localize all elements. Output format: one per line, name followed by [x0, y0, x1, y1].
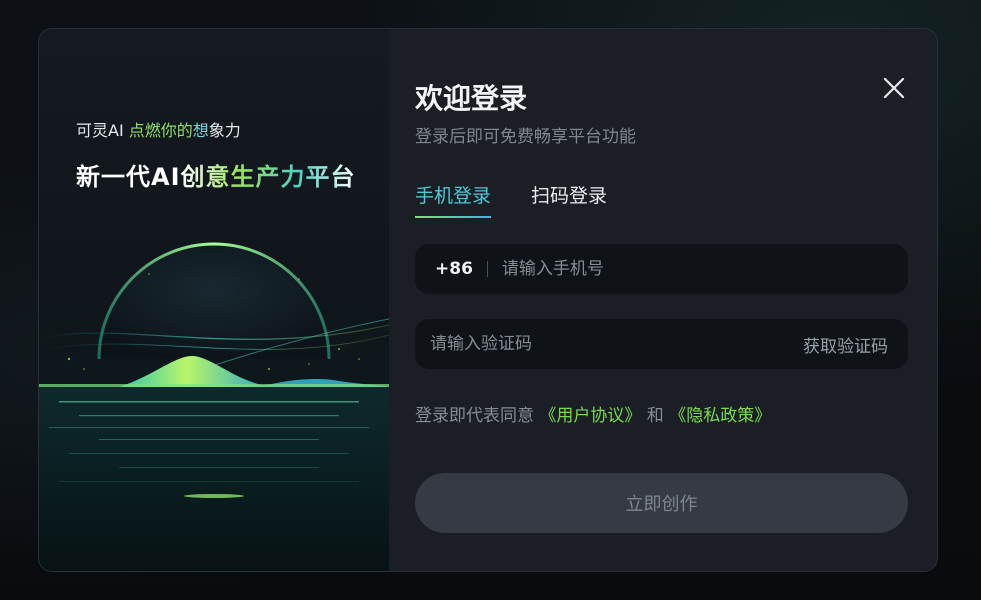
get-code-button[interactable]: 获取验证码 [803, 332, 888, 357]
hero-slogan-highlight: 点燃你的 [128, 121, 193, 140]
submit-button[interactable]: 立即创作 [415, 473, 908, 533]
hero-title: 新一代AI创意生产力平台 [76, 157, 356, 192]
tab-qr-login[interactable]: 扫码登录 [531, 181, 607, 218]
country-code[interactable]: +86 [435, 259, 473, 279]
login-title: 欢迎登录 [415, 82, 528, 115]
login-modal: 可灵AI 点燃你的想象力 新一代AI创意生产力平台 欢迎登录 登录后即可免费畅享… [38, 28, 938, 572]
hero-slogan: 可灵AI 点燃你的想象力 [76, 117, 241, 141]
tab-phone-login[interactable]: 手机登录 [415, 181, 492, 218]
hero-slogan-prefix: 可灵AI [76, 121, 129, 140]
privacy-policy-link[interactable]: 《隐私政策》 [669, 406, 771, 426]
field-divider [486, 261, 488, 277]
hero-slogan-highlight-2: 想 [192, 121, 209, 140]
verification-code-input[interactable] [430, 334, 803, 354]
login-panel: 欢迎登录 登录后即可免费畅享平台功能 手机登录 扫码登录 +86 获取验证码 登… [389, 29, 937, 571]
agreement-conjunction: 和 [641, 406, 670, 426]
hero-slogan-suffix: 象力 [208, 121, 241, 140]
user-agreement-link[interactable]: 《用户协议》 [539, 406, 641, 426]
phone-input[interactable] [501, 259, 888, 279]
hero-illustration [39, 242, 389, 571]
agreement-prefix: 登录即代表同意 [415, 406, 540, 426]
login-subtitle: 登录后即可免费畅享平台功能 [415, 127, 636, 147]
code-field: 获取验证码 [415, 319, 908, 369]
phone-field: +86 [415, 244, 908, 294]
hero-banner: 可灵AI 点燃你的想象力 新一代AI创意生产力平台 [39, 29, 389, 571]
close-icon[interactable] [881, 75, 907, 101]
agreement-text: 登录即代表同意 《用户协议》 和 《隐私政策》 [415, 401, 771, 426]
login-tabs: 手机登录 扫码登录 [415, 181, 607, 218]
